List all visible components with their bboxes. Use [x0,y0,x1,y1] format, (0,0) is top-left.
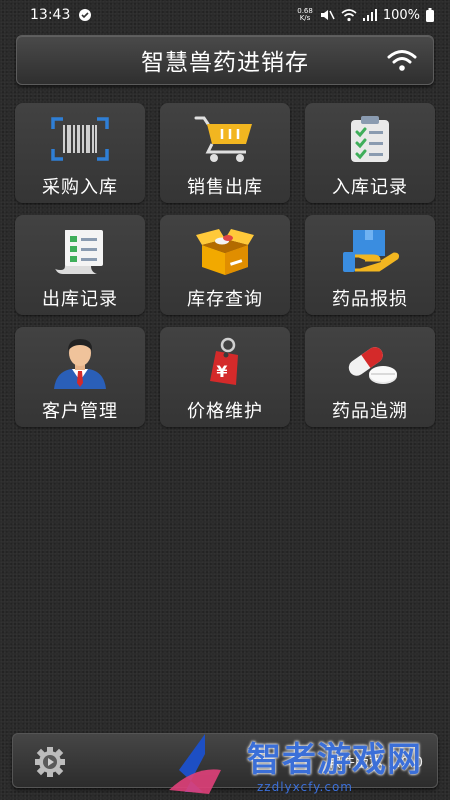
signal-icon [362,9,377,21]
menu-grid: 采购入库 销售出库 入库记录 出库记录 库存查询 药品报损 客户管理 ¥ 价格维… [15,103,435,427]
price-tag-icon: ¥ [193,337,257,389]
watermark-text: 智者游戏网 [247,740,422,780]
menu-item-label: 库存查询 [187,289,263,310]
wifi-icon[interactable] [387,48,417,76]
page-title: 智慧兽药进销存 [141,50,309,76]
battery-icon [426,8,434,22]
menu-item-label: 价格维护 [187,401,263,422]
watermark: 智者游戏网 zzdlyxcfy.com [165,730,450,800]
menu-item-outbound-records[interactable]: 出库记录 [15,215,145,315]
pills-icon [338,337,402,389]
menu-item-drug-traceability[interactable]: 药品追溯 [305,327,435,427]
barcode-scan-icon [48,113,112,165]
menu-item-label: 出库记录 [42,289,118,310]
gear-icon[interactable] [33,746,67,782]
menu-item-inbound-records[interactable]: 入库记录 [305,103,435,203]
hand-box-icon [338,225,402,277]
menu-item-drug-loss[interactable]: 药品报损 [305,215,435,315]
menu-item-label: 入库记录 [332,177,408,198]
menu-item-label: 销售出库 [187,177,263,198]
battery-percent: 100% [382,7,420,23]
menu-item-sales-out[interactable]: 销售出库 [160,103,290,203]
shopping-cart-icon [193,113,257,165]
checklist-clipboard-icon [338,113,402,165]
watermark-logo [169,734,221,794]
mute-icon [319,8,335,22]
title-bar: 智慧兽药进销存 [16,35,434,85]
svg-text:¥: ¥ [216,362,227,381]
menu-item-label: 药品追溯 [332,401,408,422]
status-bar: 13:43 0.68 K/s 100% [0,0,450,30]
notification-icon [78,8,92,22]
watermark-url: zzdlyxcfy.com [257,780,353,794]
menu-item-label: 客户管理 [42,401,118,422]
open-box-icon [193,225,257,277]
net-speed: 0.68 K/s [297,8,313,22]
menu-item-label: 采购入库 [42,177,118,198]
menu-item-purchase-in[interactable]: 采购入库 [15,103,145,203]
menu-item-price-maintenance[interactable]: ¥ 价格维护 [160,327,290,427]
menu-item-label: 药品报损 [332,289,408,310]
menu-item-inventory-query[interactable]: 库存查询 [160,215,290,315]
net-speed-unit: K/s [299,14,311,22]
status-time: 13:43 [30,7,71,23]
menu-item-customer-management[interactable]: 客户管理 [15,327,145,427]
customer-icon [48,337,112,389]
wifi-status-icon [341,8,357,22]
receipt-list-icon [48,225,112,277]
